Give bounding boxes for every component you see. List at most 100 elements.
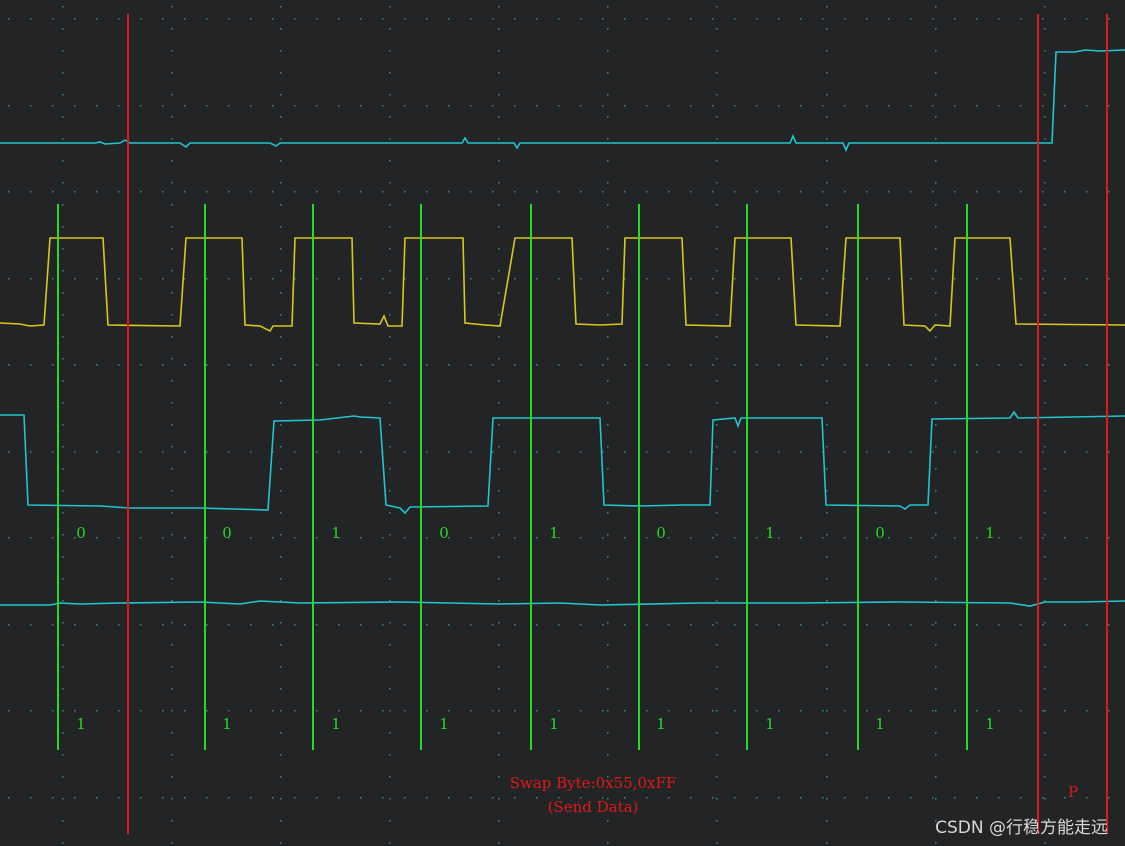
grid-dot: [935, 798, 937, 800]
grid-dot: [800, 451, 802, 453]
grid-dot: [1086, 537, 1088, 539]
grid-dot: [470, 624, 472, 626]
grid-dot: [1044, 798, 1046, 800]
grid-dot: [8, 624, 10, 626]
grid-dot: [62, 182, 64, 184]
grid-dot: [280, 336, 282, 338]
grid-dot: [30, 710, 32, 712]
grid-dot: [866, 105, 868, 107]
grid-dot: [826, 754, 828, 756]
grid-dot: [607, 94, 609, 96]
grid-dot: [280, 710, 282, 712]
grid-dot: [800, 364, 802, 366]
grid-dot: [607, 314, 609, 316]
grid-dot: [998, 278, 1000, 280]
grid-dot: [536, 105, 538, 107]
grid-dot: [62, 292, 64, 294]
grid-dot: [360, 537, 362, 539]
grid-dot: [1086, 364, 1088, 366]
grid-dot: [492, 105, 494, 107]
grid-dot: [932, 710, 934, 712]
grid-dot: [1042, 364, 1044, 366]
grid-dot: [52, 537, 54, 539]
grid-dot: [1044, 842, 1046, 844]
grid-dot: [206, 105, 208, 107]
grid-dot: [888, 18, 890, 20]
grid-dot: [389, 358, 391, 360]
grid-dot: [272, 797, 274, 799]
grid-dot: [646, 451, 648, 453]
grid-dot: [1044, 248, 1046, 250]
grid-dot: [62, 424, 64, 426]
grid-dot: [778, 797, 780, 799]
bit-label: 0: [656, 524, 666, 542]
grid-dot: [536, 710, 538, 712]
grid-dot: [498, 314, 500, 316]
grid-dot: [389, 710, 391, 712]
grid-dot: [935, 226, 937, 228]
grid-dot: [250, 797, 252, 799]
grid-dot: [280, 204, 282, 206]
grid-dot: [910, 278, 912, 280]
grid-dot: [716, 534, 718, 536]
grid-dot: [1042, 624, 1044, 626]
grid-dot: [935, 644, 937, 646]
grid-dot: [716, 380, 718, 382]
grid-dot: [118, 18, 120, 20]
grid-dot: [184, 105, 186, 107]
grid-dot: [280, 776, 282, 778]
grid-dot: [734, 624, 736, 626]
grid-dot: [360, 624, 362, 626]
grid-dot: [935, 402, 937, 404]
grid-dot: [250, 105, 252, 107]
grid-dot: [1064, 797, 1066, 799]
grid-dot: [646, 710, 648, 712]
grid-dot: [498, 732, 500, 734]
grid-dot: [607, 644, 609, 646]
grid-dot: [954, 364, 956, 366]
grid-dot: [668, 191, 670, 193]
grid-dot: [844, 105, 846, 107]
grid-dot: [171, 292, 173, 294]
grid-dot: [712, 710, 714, 712]
grid-dot: [184, 278, 186, 280]
grid-dot: [30, 278, 32, 280]
grid-dot: [62, 204, 64, 206]
grid-dot: [822, 624, 824, 626]
grid-dot: [62, 402, 64, 404]
grid-dot: [826, 138, 828, 140]
grid-dot: [712, 278, 714, 280]
grid-dot: [280, 138, 282, 140]
grid-dot: [690, 105, 692, 107]
oscilloscope-screen: 0 0 1 0 1 0 1 0 1 1 1 1 1 1 1 1 1 1 Swap…: [0, 0, 1125, 846]
grid-dot: [514, 18, 516, 20]
grid-dot: [976, 105, 978, 107]
grid-dot: [935, 6, 937, 8]
grid-dot: [389, 644, 391, 646]
grid-dot: [62, 820, 64, 822]
grid-dot: [690, 364, 692, 366]
grid-dot: [716, 226, 718, 228]
grid-dot: [646, 18, 648, 20]
grid-dot: [96, 537, 98, 539]
grid-dot: [935, 138, 937, 140]
grid-dot: [448, 18, 450, 20]
grid-dot: [360, 105, 362, 107]
grid-dot: [62, 534, 64, 536]
grid-dot: [826, 424, 828, 426]
grid-dot: [935, 292, 937, 294]
grid-dot: [171, 358, 173, 360]
grid-dot: [888, 710, 890, 712]
grid-dot: [998, 105, 1000, 107]
stop-condition-label: P: [1068, 783, 1078, 801]
grid-dot: [1044, 116, 1046, 118]
grid-dot: [607, 358, 609, 360]
grid-dot: [716, 402, 718, 404]
grid-dot: [470, 710, 472, 712]
grid-dot: [778, 537, 780, 539]
grid-dot: [778, 105, 780, 107]
grid-dot: [935, 336, 937, 338]
grid-dot: [96, 364, 98, 366]
grid-dot: [389, 754, 391, 756]
grid-dot: [1042, 105, 1044, 107]
